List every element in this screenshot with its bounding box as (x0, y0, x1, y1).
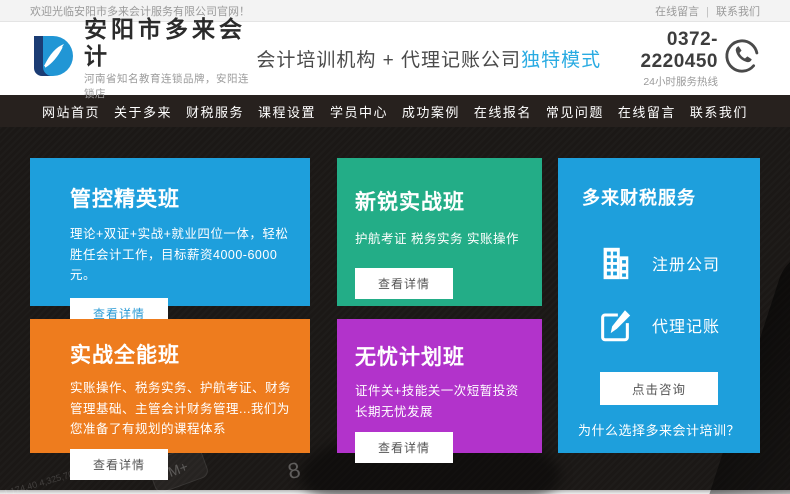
pencil-icon (596, 306, 634, 344)
brand-tagline: 河南省知名教育连锁品牌，安阳连锁店 (84, 71, 256, 101)
course-card-allround: 实战全能班 实账操作、税务实务、护航考证、财务管理基础、主管会计财务管理...我… (30, 319, 310, 453)
course-desc: 理论+双证+实战+就业四位一体，轻松胜任会计工作，目标薪资4000-6000元。 (70, 224, 296, 286)
hotline-text: 0372-2220450 24小时服务热线 (601, 29, 718, 89)
logo-icon (30, 33, 76, 84)
brand-name: 安阳市多来会计 (84, 16, 256, 69)
brand-logo[interactable]: 安阳市多来会计 河南省知名教育连锁品牌，安阳连锁店 (30, 16, 256, 101)
nav-item-contact[interactable]: 联系我们 (690, 102, 748, 121)
nav-item-message[interactable]: 在线留言 (618, 102, 676, 121)
divider: | (706, 6, 709, 18)
nav-item-students[interactable]: 学员中心 (330, 102, 388, 121)
course-title: 实战全能班 (70, 339, 298, 369)
brand-text: 安阳市多来会计 河南省知名教育连锁品牌，安阳连锁店 (84, 16, 256, 101)
course-card-practical: 新锐实战班 护航考证 税务实务 实账操作 查看详情 (337, 158, 542, 306)
nav-item-tax[interactable]: 财税服务 (186, 102, 244, 121)
panel-question-link[interactable]: 为什么选择多来会计培训？ (558, 420, 760, 439)
consult-button[interactable]: 点击咨询 (600, 372, 718, 405)
course-title: 无忧计划班 (355, 341, 526, 371)
panel-title: 多来财税服务 (582, 184, 760, 210)
course-desc: 护航考证 税务实务 实账操作 (355, 229, 526, 250)
slogan-main: 会计培训机构 + 代理记账公司 (256, 50, 521, 71)
view-details-button[interactable]: 查看详情 (70, 449, 168, 480)
view-details-button[interactable]: 查看详情 (355, 432, 453, 463)
topbar-links: 在线留言 | 联系我们 (655, 3, 760, 19)
hotline-number: 0372-2220450 (601, 29, 718, 73)
nav-item-home[interactable]: 网站首页 (42, 102, 100, 121)
nav-item-faq[interactable]: 常见问题 (546, 102, 604, 121)
service-label: 注册公司 (652, 251, 720, 275)
course-desc: 证件关+技能关一次短暂投资 长期无忧发展 (355, 381, 526, 422)
nav-item-cases[interactable]: 成功案例 (402, 102, 460, 121)
view-details-button[interactable]: 查看详情 (355, 268, 453, 299)
service-panel: 多来财税服务 注册公司 (558, 158, 760, 453)
header: 安阳市多来会计 河南省知名教育连锁品牌，安阳连锁店 会计培训机构 + 代理记账公… (0, 22, 790, 95)
course-title: 管控精英班 (70, 183, 296, 213)
nav-item-about[interactable]: 关于多来 (114, 102, 172, 121)
hotline-label: 24小时服务热线 (601, 74, 718, 89)
service-item-bookkeeping[interactable]: 代理记账 (596, 306, 760, 344)
page: 欢迎光临安阳市多来会计服务有限公司官网！ 在线留言|联系我们 安阳市多来会计 河… (0, 0, 790, 494)
course-card-worryfree: 无忧计划班 证件关+技能关一次短暂投资 长期无忧发展 查看详情 (337, 319, 542, 453)
nav-item-signup[interactable]: 在线报名 (474, 102, 532, 121)
header-slogan: 会计培训机构 + 代理记账公司独特模式 (256, 45, 601, 72)
course-desc: 实账操作、税务实务、护航考证、财务管理基础、主管会计财务管理...我们为您准备了… (70, 378, 298, 440)
slogan-highlight: 独特模式 (521, 50, 601, 71)
building-icon (596, 244, 634, 282)
topbar-link-message[interactable]: 在线留言 (655, 6, 699, 18)
service-item-register-company[interactable]: 注册公司 (596, 244, 760, 282)
hotline: 0372-2220450 24小时服务热线 (601, 29, 760, 89)
service-label: 代理记账 (652, 313, 720, 337)
phone-icon (724, 38, 760, 79)
bottom-strip (0, 490, 790, 494)
background-numbers: 4,174,40 4,325,700 (2, 466, 80, 494)
nav-item-courses[interactable]: 课程设置 (258, 102, 316, 121)
course-card-elite: 管控精英班 理论+双证+实战+就业四位一体，轻松胜任会计工作，目标薪资4000-… (30, 158, 310, 306)
topbar-link-contact[interactable]: 联系我们 (716, 6, 760, 18)
course-title: 新锐实战班 (355, 186, 526, 216)
main-content: M+ 8 4,174,40 4,325,700 管控精英班 理论+双证+实战+就… (0, 127, 790, 490)
